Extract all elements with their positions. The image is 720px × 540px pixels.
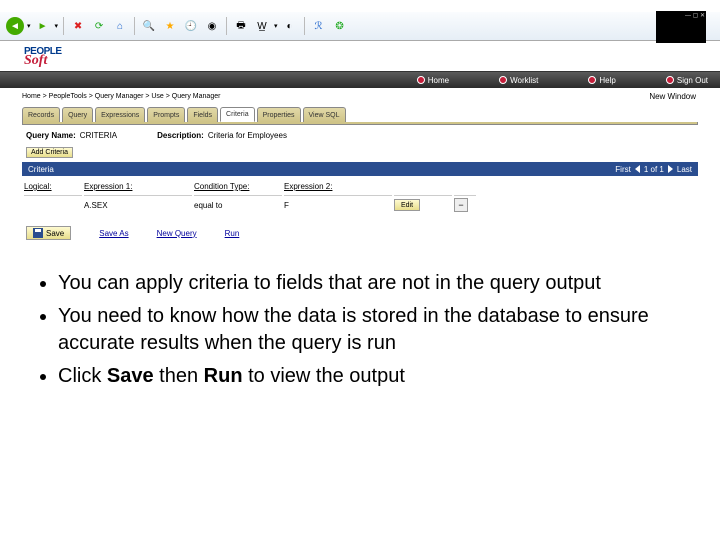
query-desc: Criteria for Employees bbox=[208, 131, 287, 140]
home-icon[interactable]: ⌂ bbox=[111, 17, 129, 35]
criteria-table: Logical: Expression 1: Condition Type: E… bbox=[22, 178, 478, 216]
print-icon[interactable]: 🖶 bbox=[232, 17, 250, 35]
tab-expressions[interactable]: Expressions bbox=[95, 107, 145, 122]
table-row: A.SEX equal to F Edit − bbox=[24, 195, 476, 214]
favorites-icon[interactable]: ★ bbox=[161, 17, 179, 35]
criteria-section-header: Criteria First 1 of 1 Last bbox=[22, 162, 698, 176]
top-nav: Home Worklist Help Sign Out bbox=[0, 72, 720, 88]
tab-prompts[interactable]: Prompts bbox=[147, 107, 185, 122]
tab-records[interactable]: Records bbox=[22, 107, 60, 122]
media-icon[interactable]: ◉ bbox=[203, 17, 221, 35]
tab-viewsql[interactable]: View SQL bbox=[303, 107, 346, 122]
refresh-icon[interactable]: ⟳ bbox=[90, 17, 108, 35]
research-icon[interactable]: ℛ bbox=[310, 17, 328, 35]
new-window-link[interactable]: New Window bbox=[649, 92, 696, 101]
pager-last[interactable]: Last bbox=[677, 165, 692, 174]
disk-icon bbox=[33, 228, 43, 238]
pager-prev-icon[interactable] bbox=[635, 165, 640, 173]
brand-bar: PEOPLE Soft bbox=[0, 41, 720, 72]
slide-bullets: You can apply criteria to fields that ar… bbox=[30, 270, 690, 390]
messenger-icon[interactable]: ❂ bbox=[331, 17, 349, 35]
nav-signout[interactable]: Sign Out bbox=[666, 76, 708, 85]
forward-icon[interactable]: ► bbox=[34, 17, 52, 35]
dropdown-icon[interactable]: ▾ bbox=[27, 22, 31, 30]
query-info: Query Name:CRITERIA Description:Criteria… bbox=[26, 131, 720, 140]
nav-worklist[interactable]: Worklist bbox=[499, 76, 538, 85]
tab-query[interactable]: Query bbox=[62, 107, 93, 122]
new-query-link[interactable]: New Query bbox=[157, 229, 197, 238]
stop-icon[interactable]: ✖ bbox=[69, 17, 87, 35]
save-as-link[interactable]: Save As bbox=[99, 229, 128, 238]
pager-next-icon[interactable] bbox=[668, 165, 673, 173]
history-icon[interactable]: 🕘 bbox=[182, 17, 200, 35]
bullet-3: Click Save then Run to view the output bbox=[58, 363, 690, 390]
media-widget: — ▢ ✕ bbox=[656, 11, 706, 43]
tabs: Records Query Expressions Prompts Fields… bbox=[22, 107, 720, 122]
run-link[interactable]: Run bbox=[225, 229, 240, 238]
nav-home[interactable]: Home bbox=[417, 76, 449, 85]
remove-icon[interactable]: − bbox=[454, 198, 468, 212]
tab-fields[interactable]: Fields bbox=[187, 107, 218, 122]
encoding-icon[interactable]: ◐ bbox=[281, 17, 299, 35]
pager-position: 1 of 1 bbox=[644, 165, 664, 174]
pager-first[interactable]: First bbox=[615, 165, 631, 174]
save-button[interactable]: Save bbox=[26, 226, 71, 240]
bullet-1: You can apply criteria to fields that ar… bbox=[58, 270, 690, 297]
font-icon[interactable]: W̲ bbox=[253, 17, 271, 35]
query-name: CRITERIA bbox=[80, 131, 117, 140]
browser-toolbar: ◄ ▾ ► ▾ ✖ ⟳ ⌂ 🔍 ★ 🕘 ◉ 🖶 W̲ ▾ ◐ ℛ ❂ bbox=[0, 12, 720, 41]
tab-properties[interactable]: Properties bbox=[257, 107, 301, 122]
breadcrumb: Home > PeopleTools > Query Manager > Use… bbox=[22, 93, 220, 100]
tab-criteria[interactable]: Criteria bbox=[220, 107, 255, 122]
back-icon[interactable]: ◄ bbox=[6, 17, 24, 35]
add-criteria-button[interactable]: Add Criteria bbox=[26, 147, 73, 158]
search-icon[interactable]: 🔍 bbox=[140, 17, 158, 35]
nav-help[interactable]: Help bbox=[588, 76, 615, 85]
bullet-2: You need to know how the data is stored … bbox=[58, 303, 690, 357]
edit-button[interactable]: Edit bbox=[394, 199, 420, 211]
peoplesoft-logo: PEOPLE Soft bbox=[24, 47, 62, 65]
